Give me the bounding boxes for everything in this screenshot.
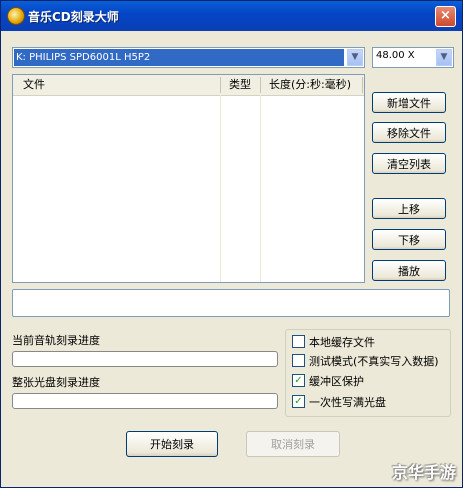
window-title: 音乐CD刻录大师	[28, 10, 119, 24]
checkbox[interactable]	[292, 354, 305, 367]
column-divider	[362, 77, 363, 93]
checkbox[interactable]	[292, 335, 305, 348]
column-divider[interactable]	[260, 77, 261, 93]
move-up-button[interactable]: 上移	[372, 198, 446, 219]
chevron-down-icon[interactable]: ▼	[347, 49, 363, 66]
chevron-down-icon[interactable]: ▼	[436, 49, 452, 66]
track-progress-bar	[12, 351, 278, 367]
title-bar[interactable]: 音乐CD刻录大师 ×	[1, 1, 462, 31]
option-label: 本地缓存文件	[309, 336, 375, 349]
column-header-type[interactable]: 类型	[229, 75, 251, 95]
checkbox[interactable]: ✓	[292, 395, 305, 408]
file-list-header: 文件 类型 长度(分:秒:毫秒)	[13, 75, 364, 96]
app-icon	[7, 7, 25, 25]
status-box	[12, 289, 450, 317]
speed-select-value: 48.00 X	[376, 50, 415, 61]
cancel-burn-button[interactable]: 取消刻录	[246, 431, 340, 457]
column-header-file[interactable]: 文件	[23, 75, 45, 95]
file-list[interactable]: 文件 类型 长度(分:秒:毫秒)	[12, 74, 365, 283]
option-label: 一次性写满光盘	[309, 396, 386, 409]
move-down-button[interactable]: 下移	[372, 229, 446, 250]
disc-progress-bar	[12, 393, 278, 409]
column-divider[interactable]	[220, 77, 221, 93]
clear-list-button[interactable]: 清空列表	[372, 153, 446, 174]
track-progress-label: 当前音轨刻录进度	[12, 334, 100, 347]
options-group: 本地缓存文件 测试模式(不真实写入数据) ✓ 缓冲区保护 ✓ 一次性写满光盘	[285, 329, 451, 417]
option-label: 缓冲区保护	[309, 375, 364, 388]
column-gridline	[260, 95, 261, 282]
disc-progress-label: 整张光盘刻录进度	[12, 376, 100, 389]
column-header-length[interactable]: 长度(分:秒:毫秒)	[269, 75, 351, 95]
checkbox[interactable]: ✓	[292, 374, 305, 387]
play-button[interactable]: 播放	[372, 260, 446, 281]
app-window: 音乐CD刻录大师 × K: PHILIPS SPD6001L H5P2 ▼ 48…	[0, 0, 463, 488]
remove-file-button[interactable]: 移除文件	[372, 122, 446, 143]
drive-select[interactable]: K: PHILIPS SPD6001L H5P2 ▼	[12, 47, 365, 68]
speed-select[interactable]: 48.00 X ▼	[372, 47, 454, 68]
drive-select-value: K: PHILIPS SPD6001L H5P2	[14, 49, 344, 66]
close-button[interactable]: ×	[435, 6, 456, 27]
start-burn-button[interactable]: 开始刻录	[126, 431, 218, 457]
option-label: 测试模式(不真实写入数据)	[309, 355, 439, 368]
add-file-button[interactable]: 新增文件	[372, 92, 446, 113]
watermark-logo: 京华手游	[391, 463, 456, 482]
column-gridline	[220, 95, 221, 282]
